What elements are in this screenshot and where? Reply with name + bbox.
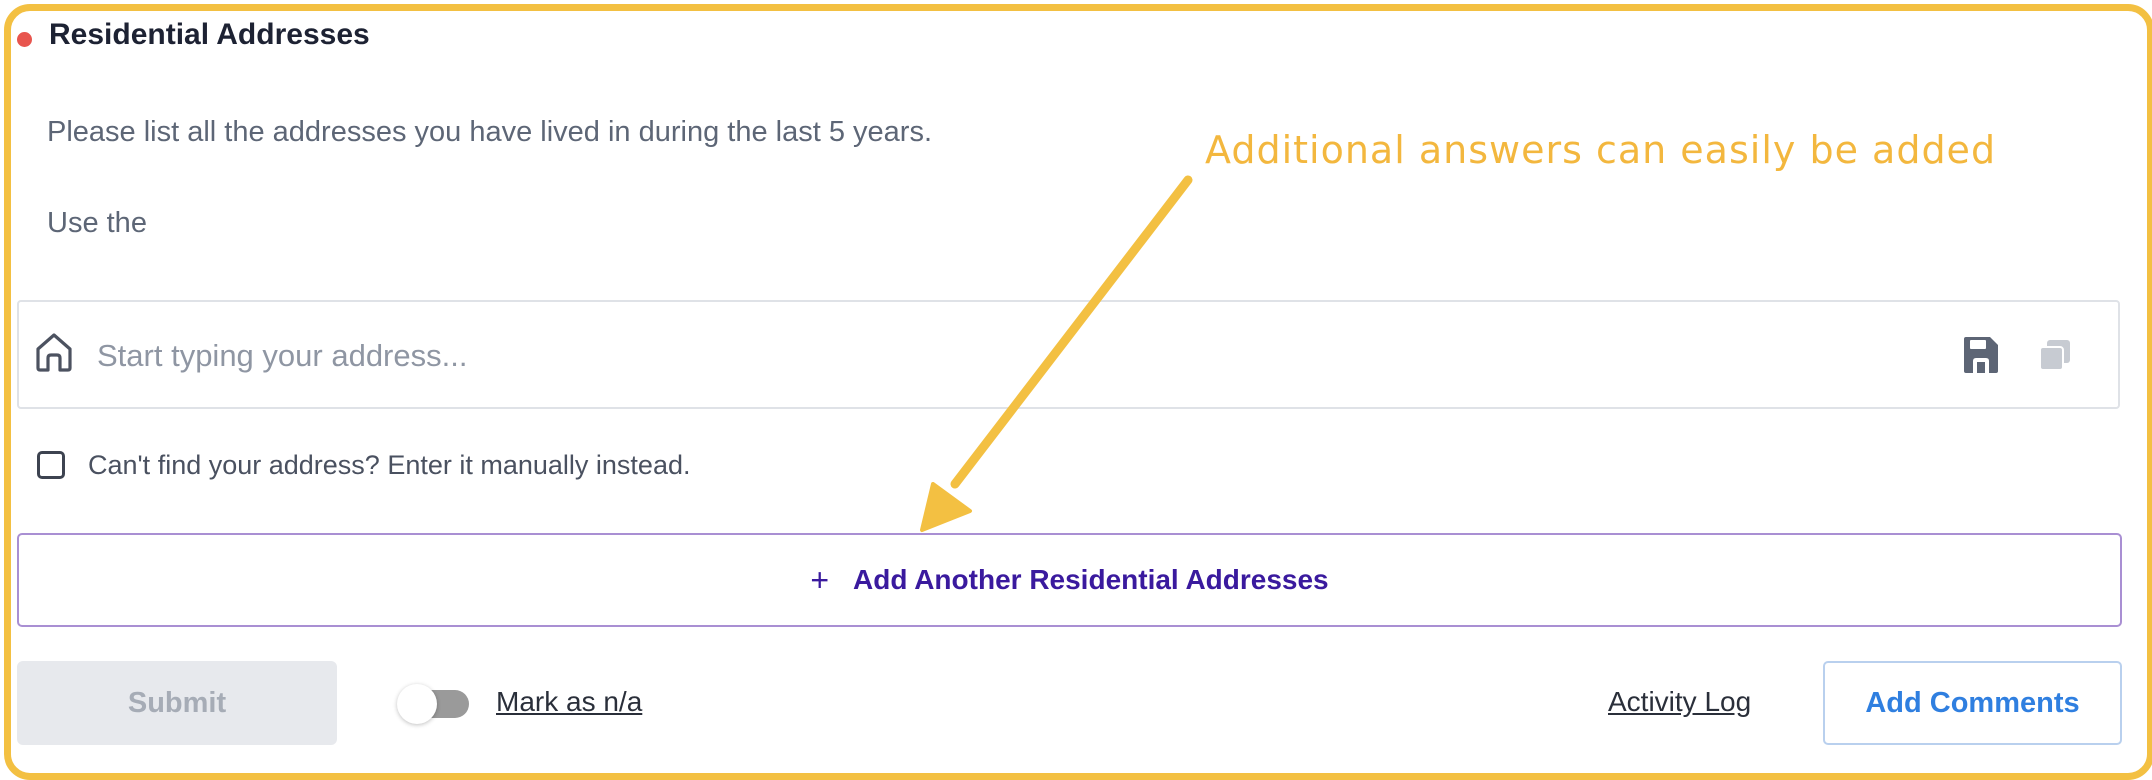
arrow-annotation bbox=[920, 175, 1193, 532]
